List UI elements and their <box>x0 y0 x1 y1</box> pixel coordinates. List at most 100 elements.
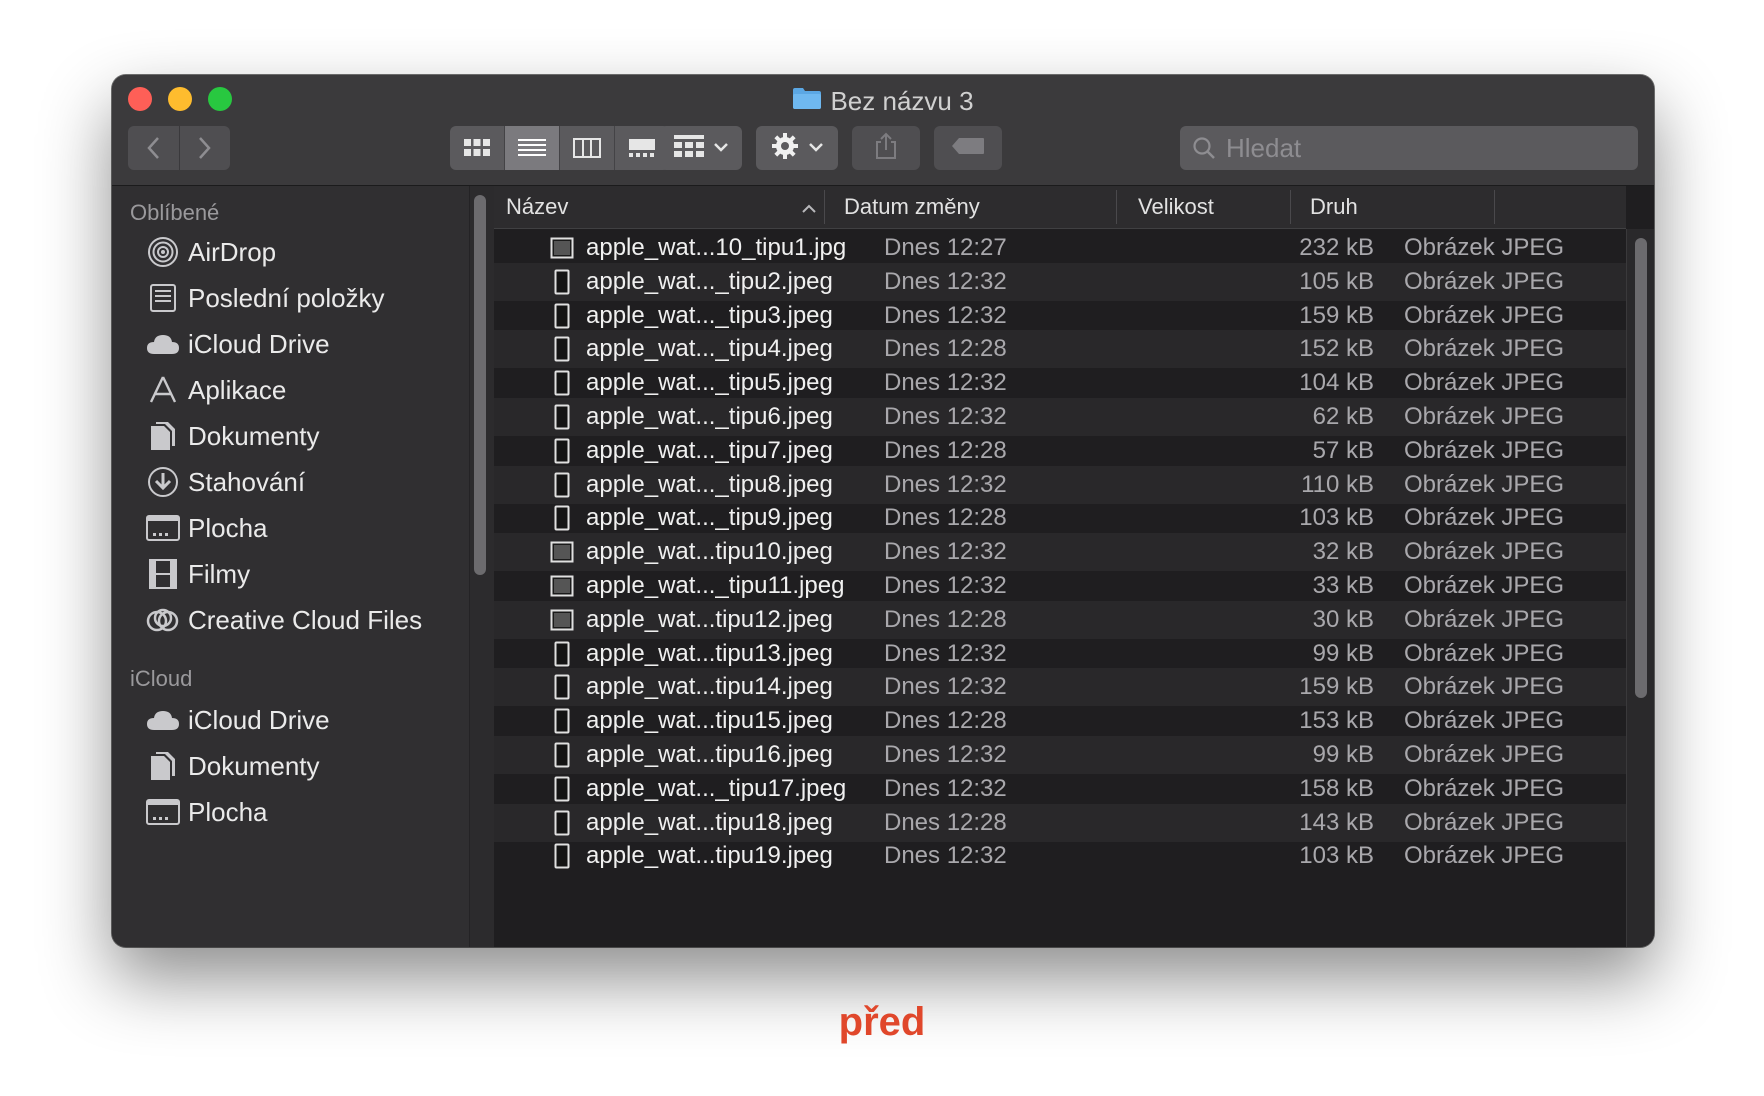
cloud-icon <box>146 327 180 361</box>
table-row[interactable]: apple_wat...tipu15.jpeg Dnes 12:28 153 kB O… <box>494 702 1626 740</box>
table-row[interactable]: apple_wat..._tipu3.jpeg Dnes 12:32 159 kB O… <box>494 297 1626 335</box>
group-button[interactable] <box>660 126 742 170</box>
file-date: Dnes 12:32 <box>884 369 1007 397</box>
jpeg-file-icon <box>550 635 574 673</box>
file-name: apple_wat...tipu15.jpeg <box>586 707 833 735</box>
sidebar-item-desktop[interactable]: Plocha <box>146 508 268 548</box>
jpeg-file-icon <box>550 533 574 571</box>
tag-button[interactable] <box>934 126 1002 170</box>
table-row[interactable]: apple_wat..._tipu4.jpeg Dnes 12:28 152 kB O… <box>494 330 1626 369</box>
sort-ascending-icon <box>802 194 816 220</box>
file-size: 33 kB <box>1312 572 1374 599</box>
file-date: Dnes 12:32 <box>884 572 1007 599</box>
sidebar-item-creative-cloud[interactable]: Creative Cloud Files <box>146 600 422 640</box>
sidebar-section-icloud: iCloud <box>130 666 193 691</box>
table-row[interactable]: apple_wat..._tipu6.jpeg Dnes 12:32 62 kB Ob… <box>494 398 1626 436</box>
file-kind: Obrázek JPEG <box>1404 707 1565 735</box>
sidebar-item-label: Dokumenty <box>188 750 320 781</box>
sidebar-item-movies[interactable]: Filmy <box>146 554 250 594</box>
search-field[interactable] <box>1180 126 1638 170</box>
file-size: 153 kB <box>1299 707 1374 735</box>
file-date: Dnes 12:28 <box>884 504 1007 532</box>
file-kind: Obrázek JPEG <box>1404 335 1565 363</box>
sidebar-item-documents[interactable]: Dokumenty <box>146 416 320 456</box>
table-row[interactable]: apple_wat...tipu12.jpeg Dnes 12:28 30 kB Ob… <box>494 600 1626 639</box>
jpeg-file-icon <box>550 364 574 402</box>
file-kind: Obrázek JPEG <box>1404 774 1565 802</box>
grid-icon[interactable] <box>450 126 505 170</box>
column-size-header[interactable]: Velikost <box>1138 186 1214 228</box>
table-row[interactable]: apple_wat...tipu10.jpeg Dnes 12:32 32 kB Ob… <box>494 533 1626 572</box>
file-kind: Obrázek JPEG <box>1404 403 1565 430</box>
table-row[interactable]: apple_wat...tipu13.jpeg Dnes 12:32 99 kB Ob… <box>494 635 1626 673</box>
file-date: Dnes 12:32 <box>884 470 1007 498</box>
sidebar-item-icloud-drive[interactable]: iCloud Drive <box>146 700 330 740</box>
file-size: 105 kB <box>1299 267 1374 295</box>
sidebar-item-label: Dokumenty <box>188 420 320 451</box>
file-size: 152 kB <box>1299 335 1374 363</box>
jpeg-file-icon <box>550 804 574 842</box>
jpeg-file-icon <box>550 736 574 774</box>
table-row[interactable]: apple_wat..._tipu17.jpeg Dnes 12:32 158 kB… <box>494 770 1626 808</box>
column-date-header[interactable]: Datum změny <box>844 186 980 228</box>
table-row[interactable]: apple_wat...tipu18.jpeg Dnes 12:28 143 kB O… <box>494 803 1626 842</box>
file-kind: Obrázek JPEG <box>1404 842 1565 870</box>
sidebar-item-downloads[interactable]: Stahování <box>146 462 305 502</box>
sidebar-item-icloud-desktop[interactable]: Plocha <box>146 792 268 832</box>
search-input[interactable] <box>1224 131 1608 165</box>
sidebar-item-airdrop[interactable]: AirDrop <box>146 232 276 272</box>
file-size: 104 kB <box>1299 369 1374 397</box>
table-row[interactable]: apple_wat..._tipu11.jpeg Dnes 12:32 33 kB O… <box>494 567 1626 605</box>
file-size: 110 kB <box>1301 470 1374 498</box>
jpeg-file-icon <box>550 263 574 301</box>
column-divider[interactable] <box>1116 190 1117 224</box>
file-date: Dnes 12:27 <box>884 234 1007 261</box>
table-row[interactable]: apple_wat..._tipu7.jpeg Dnes 12:28 57 kB Ob… <box>494 432 1626 470</box>
file-size: 99 kB <box>1312 741 1374 768</box>
column-kind-header[interactable]: Druh <box>1310 186 1358 228</box>
movies-icon <box>146 557 180 591</box>
file-size: 143 kB <box>1299 808 1374 836</box>
table-row[interactable]: apple_wat..._tipu8.jpeg Dnes 12:32 110 kB O… <box>494 465 1626 504</box>
share-button[interactable] <box>852 126 920 170</box>
column-divider[interactable] <box>1290 190 1291 224</box>
column-divider[interactable] <box>824 190 825 224</box>
columns-icon[interactable] <box>560 126 615 170</box>
column-size-label: Velikost <box>1138 194 1214 219</box>
sidebar-item-recents[interactable]: Poslední položky <box>146 278 385 318</box>
table-row[interactable]: apple_wat..._tipu2.jpeg Dnes 12:32 105 kB O… <box>494 262 1626 301</box>
chevron-right-icon[interactable] <box>180 126 231 170</box>
table-row[interactable]: apple_wat...tipu19.jpeg Dnes 12:32 103 kB O… <box>494 837 1626 875</box>
file-size: 159 kB <box>1299 673 1374 701</box>
chevron-left-icon[interactable] <box>128 126 180 170</box>
column-divider[interactable] <box>1494 190 1495 224</box>
file-kind: Obrázek JPEG <box>1404 605 1565 633</box>
file-list-scrollbar-thumb[interactable] <box>1635 238 1647 698</box>
sidebar: Oblíbené AirDrop Poslední položky iCloud… <box>112 186 469 947</box>
view-mode-selector <box>450 126 669 170</box>
sidebar-item-icloud-documents[interactable]: Dokumenty <box>146 746 320 786</box>
table-row[interactable]: apple_wat...tipu16.jpeg Dnes 12:32 99 kB Ob… <box>494 736 1626 774</box>
table-row[interactable]: apple_wat..._tipu9.jpeg Dnes 12:28 103 kB O… <box>494 499 1626 537</box>
file-date: Dnes 12:32 <box>884 538 1007 566</box>
column-name-header[interactable]: Název <box>506 186 816 228</box>
action-button[interactable] <box>756 126 838 170</box>
sidebar-item-label: Poslední položky <box>188 282 385 313</box>
table-row[interactable]: apple_wat..._tipu5.jpeg Dnes 12:32 104 kB O… <box>494 364 1626 402</box>
sidebar-item-icloud-drive[interactable]: iCloud Drive <box>146 324 330 364</box>
sidebar-item-label: iCloud Drive <box>188 328 330 359</box>
sidebar-item-applications[interactable]: Aplikace <box>146 370 286 410</box>
titlebar: Bez názvu 3 <box>112 75 1654 186</box>
file-name: apple_wat...tipu14.jpeg <box>586 673 833 701</box>
jpeg-file-icon <box>550 432 574 470</box>
file-date: Dnes 12:32 <box>884 267 1007 295</box>
table-row[interactable]: apple_wat...10_tipu1.jpg Dnes 12:27 232 kB… <box>494 229 1626 267</box>
documents-icon <box>146 419 180 453</box>
sidebar-item-label: iCloud Drive <box>188 704 330 735</box>
sidebar-scrollbar-thumb[interactable] <box>474 195 486 575</box>
table-row[interactable]: apple_wat...tipu14.jpeg Dnes 12:32 159 kB O… <box>494 668 1626 707</box>
file-name: apple_wat..._tipu6.jpeg <box>586 403 833 430</box>
file-kind: Obrázek JPEG <box>1404 301 1565 329</box>
column-header: Název Datum změny Velikost Druh <box>494 186 1626 229</box>
list-icon[interactable] <box>505 126 560 170</box>
